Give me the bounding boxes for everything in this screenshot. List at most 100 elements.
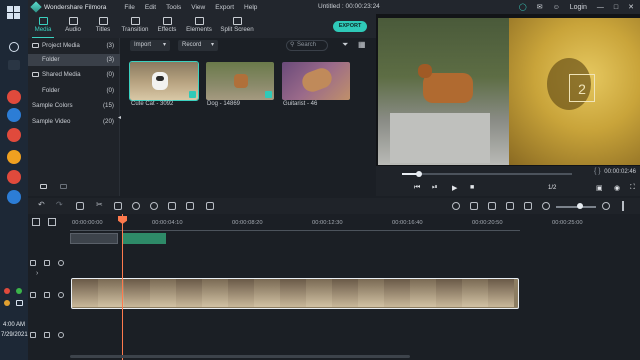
checkbox-icon[interactable] [265, 91, 272, 98]
element-clip[interactable] [70, 233, 118, 244]
clock-time[interactable]: 4:00 AM [1, 322, 27, 328]
add-track-icon[interactable] [32, 218, 40, 226]
tray-app-icon[interactable] [4, 288, 10, 294]
tree-sample-video[interactable]: Sample Video (20) [28, 116, 120, 128]
speed-icon[interactable] [132, 202, 140, 210]
redo-icon[interactable]: ↷ [56, 200, 64, 209]
crop-icon[interactable] [114, 202, 122, 210]
tray-app-icon[interactable] [4, 300, 10, 306]
element-overlay[interactable]: 2 [569, 74, 595, 102]
cut-icon[interactable]: ✂ [96, 200, 104, 209]
filmora-taskbar-icon[interactable] [7, 190, 21, 204]
mic-icon[interactable] [506, 202, 514, 210]
edge-icon[interactable] [7, 108, 21, 122]
lock-icon[interactable] [44, 260, 50, 266]
user-icon[interactable]: ☺ [553, 4, 560, 11]
marker-region[interactable] [122, 233, 166, 244]
eye-icon[interactable] [58, 260, 64, 266]
export-button[interactable]: EXPORT [333, 21, 367, 32]
zoom-in-icon[interactable] [602, 202, 610, 210]
timeline-ruler[interactable]: 00:00:00:00 00:00:04:10 00:00:08:20 00:0… [70, 218, 640, 232]
undo-icon[interactable]: ↶ [38, 200, 46, 209]
snapshot-icon[interactable]: ▣ [596, 184, 603, 192]
preview-scrubber[interactable] [402, 171, 572, 177]
tree-project-folder[interactable]: Folder (3) [28, 54, 120, 66]
filter-icon[interactable]: ⏷ [342, 40, 348, 50]
zoom-slider-knob[interactable] [577, 203, 583, 209]
scrubber-knob[interactable] [416, 171, 422, 177]
checkbox-icon[interactable] [189, 91, 196, 98]
windows-start-icon[interactable] [7, 6, 20, 19]
login-link[interactable]: Login [570, 4, 587, 11]
collapse-panel-icon[interactable]: ◂ [118, 114, 122, 122]
chrome-icon[interactable] [7, 128, 21, 142]
pause-icon[interactable] [622, 201, 624, 211]
tree-shared-folder[interactable]: Folder (0) [28, 85, 120, 97]
media-thumb-cat[interactable] [129, 61, 199, 101]
stop-icon[interactable]: ■ [470, 184, 474, 191]
headset-icon[interactable]: ◯ [519, 3, 527, 11]
camera-icon[interactable]: ◉ [614, 184, 620, 192]
tray-app-icon[interactable] [16, 288, 22, 294]
task-view-icon[interactable] [8, 60, 20, 70]
snapshot-icon[interactable] [524, 202, 532, 210]
link-icon[interactable] [48, 218, 56, 226]
chrome-icon[interactable] [7, 170, 21, 184]
playhead[interactable] [122, 214, 123, 360]
eye-icon[interactable] [58, 332, 64, 338]
delete-icon[interactable] [76, 202, 84, 210]
tab-titles[interactable]: Titles [88, 14, 118, 38]
notification-icon[interactable]: ✉ [537, 3, 543, 11]
media-thumb-dog[interactable] [206, 62, 274, 100]
audio-mixer-icon[interactable] [186, 202, 194, 210]
ratio-select[interactable]: 1/2 [548, 185, 556, 191]
tree-project-media[interactable]: Project Media (3) [28, 40, 120, 52]
timeline-scrollbar[interactable] [70, 355, 410, 358]
tab-transition[interactable]: Transition [118, 14, 152, 38]
menu-tools[interactable]: Tools [166, 4, 181, 11]
voiceover-icon[interactable] [488, 202, 496, 210]
maximize-button[interactable]: □ [614, 4, 618, 11]
color-icon[interactable] [150, 202, 158, 210]
bracket-icon[interactable]: { } [594, 168, 601, 175]
minimize-button[interactable]: — [597, 4, 604, 11]
tab-split-screen[interactable]: Split Screen [216, 14, 258, 38]
render-icon[interactable] [452, 202, 460, 210]
menu-export[interactable]: Export [215, 4, 234, 11]
tab-media[interactable]: Media [28, 14, 58, 38]
green-screen-icon[interactable] [168, 202, 176, 210]
menu-file[interactable]: File [124, 4, 134, 11]
prev-frame-icon[interactable]: ⏮ [414, 184, 420, 192]
firefox-icon[interactable] [7, 150, 21, 164]
tree-sample-colors[interactable]: Sample Colors (15) [28, 100, 120, 112]
fullscreen-icon[interactable]: ⛶ [630, 184, 635, 192]
search-input[interactable]: ⚲ Search [286, 40, 328, 51]
tab-elements[interactable]: Elements [182, 14, 216, 38]
tree-shared-media[interactable]: Shared Media (0) [28, 69, 120, 81]
zoom-out-icon[interactable] [542, 202, 550, 210]
delete-folder-icon[interactable] [60, 184, 67, 189]
volume-icon[interactable] [16, 300, 23, 306]
chevron-right-icon[interactable]: › [36, 270, 38, 277]
eye-icon[interactable] [58, 292, 64, 298]
media-thumb-guitarist[interactable] [282, 62, 350, 100]
video-clip-cat[interactable] [71, 278, 519, 309]
adjust-icon[interactable] [206, 202, 214, 210]
record-dropdown[interactable]: Record ▾ [178, 40, 218, 51]
lock-icon[interactable] [44, 292, 50, 298]
menu-edit[interactable]: Edit [145, 4, 156, 11]
search-icon[interactable] [9, 42, 19, 52]
clock-date[interactable]: 7/29/2021 [1, 332, 28, 338]
close-button[interactable]: ✕ [628, 3, 634, 11]
menu-help[interactable]: Help [244, 4, 257, 11]
import-dropdown[interactable]: Import ▾ [130, 40, 170, 51]
play-pause-icon[interactable]: ⏯ [432, 184, 438, 192]
new-folder-icon[interactable] [40, 184, 47, 189]
grid-view-icon[interactable]: ▦ [358, 40, 366, 49]
marker-icon[interactable] [470, 202, 478, 210]
tab-effects[interactable]: Effects [152, 14, 182, 38]
tab-audio[interactable]: Audio [58, 14, 88, 38]
chrome-icon[interactable] [7, 90, 21, 104]
lock-icon[interactable] [44, 332, 50, 338]
zoom-slider[interactable] [556, 206, 596, 208]
